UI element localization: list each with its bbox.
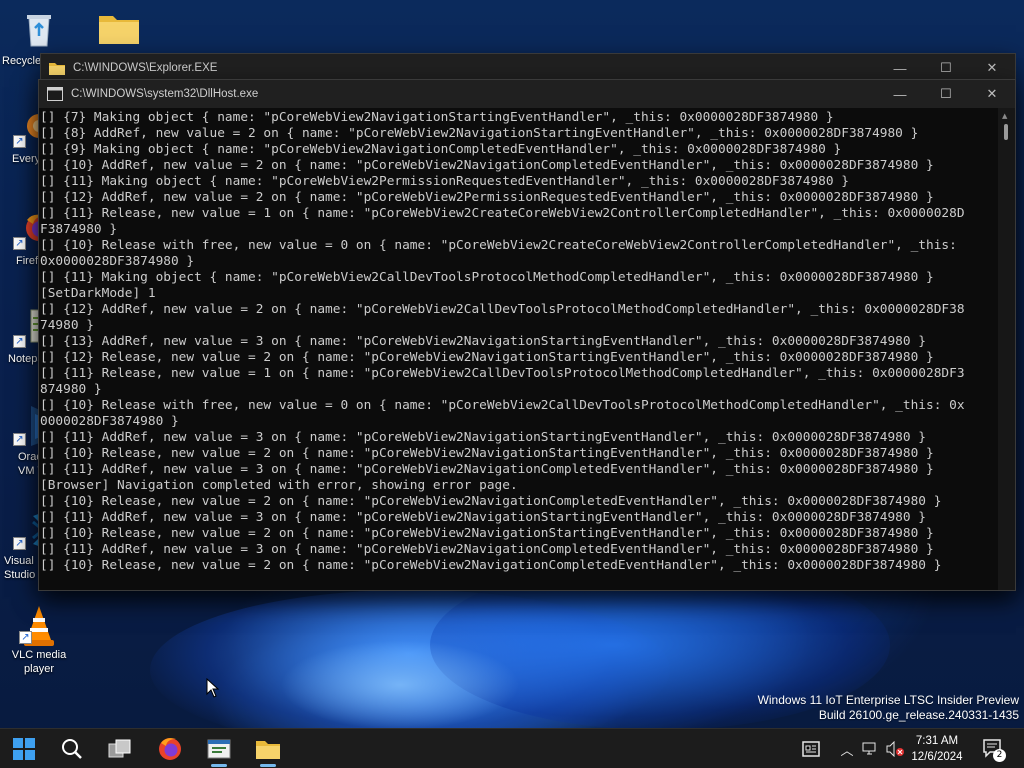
shortcut-arrow-icon: ↗ xyxy=(13,335,26,348)
console-line: [] {13} AddRef, new value = 3 on { name:… xyxy=(40,334,927,349)
shortcut-arrow-icon: ↗ xyxy=(13,537,26,550)
clock-date: 12/6/2024 xyxy=(911,751,963,763)
task-view-button[interactable] xyxy=(100,729,140,768)
firefox-icon xyxy=(159,738,181,760)
watermark-build: Build 26100.ge_release.240331-1435 xyxy=(818,708,1019,722)
dllhost-titlebar[interactable]: C:\WINDOWS\system32\DllHost.exe — ☐ ✕ xyxy=(39,80,1015,108)
news-widget-icon xyxy=(802,741,820,757)
firefox-taskbar-button[interactable] xyxy=(150,729,190,768)
clock[interactable]: 7:31 AM 12/6/2024 xyxy=(902,733,972,765)
console-line: [] {11} Making object { name: "pCoreWebV… xyxy=(40,174,849,189)
desktop-icon-folder[interactable] xyxy=(80,10,154,54)
maximize-button[interactable]: ☐ xyxy=(923,80,969,108)
shortcut-arrow-icon: ↗ xyxy=(13,237,26,250)
folder-icon xyxy=(97,10,139,50)
start-button[interactable] xyxy=(4,729,44,768)
console-line: [] {10} AddRef, new value = 2 on { name:… xyxy=(40,158,934,173)
console-window-icon xyxy=(207,739,231,759)
console-line: F3874980 } xyxy=(40,222,118,237)
minimize-button[interactable]: — xyxy=(877,54,923,82)
wallpaper-bloom xyxy=(150,590,670,750)
widgets-button[interactable] xyxy=(798,729,824,768)
close-button[interactable]: ✕ xyxy=(969,54,1015,82)
watermark-edition: Windows 11 IoT Enterprise LTSC Insider P… xyxy=(757,693,1019,707)
wallpaper-bloom xyxy=(280,640,520,730)
dllhost-console-window[interactable]: C:\WINDOWS\system32\DllHost.exe — ☐ ✕ []… xyxy=(38,79,1016,591)
console-line: [] {8} AddRef, new value = 2 on { name: … xyxy=(40,126,919,141)
recycle-bin-icon xyxy=(19,10,59,50)
notifications-button[interactable]: 2 xyxy=(980,729,1008,768)
console-line: 0x0000028DF3874980 } xyxy=(40,254,195,269)
console-line: [] {12} Release, new value = 2 on { name… xyxy=(40,350,934,365)
console-line: [] {11} Release, new value = 1 on { name… xyxy=(40,206,965,221)
console-line: [] {10} Release, new value = 2 on { name… xyxy=(40,558,942,573)
console-line: [] {11} Release, new value = 1 on { name… xyxy=(40,366,965,381)
shortcut-arrow-icon: ↗ xyxy=(13,135,26,148)
shortcut-arrow-icon: ↗ xyxy=(13,433,26,446)
console-line: 74980 } xyxy=(40,318,94,333)
console-line: [] {7} Making object { name: "pCoreWebVi… xyxy=(40,110,834,125)
console-line: [] {11} AddRef, new value = 3 on { name:… xyxy=(40,430,927,445)
desktop-icon-vlc[interactable]: ↗ VLC media player xyxy=(2,604,76,676)
console-line: [] {10} Release with free, new value = 0… xyxy=(40,398,965,413)
scroll-up-arrow-icon[interactable]: ▲ xyxy=(1002,112,1007,120)
shortcut-arrow-icon: ↗ xyxy=(19,631,32,644)
maximize-button[interactable]: ☐ xyxy=(923,54,969,82)
console-line: [] {11} AddRef, new value = 3 on { name:… xyxy=(40,542,934,557)
search-button[interactable] xyxy=(52,729,92,768)
console-text: [] {7} Making object { name: "pCoreWebVi… xyxy=(40,110,997,574)
console-line: [] {12} AddRef, new value = 2 on { name:… xyxy=(40,302,965,317)
window-title: C:\WINDOWS\Explorer.EXE xyxy=(73,62,218,74)
folder-icon xyxy=(49,61,65,75)
window-title: C:\WINDOWS\system32\DllHost.exe xyxy=(71,88,259,100)
network-status[interactable] xyxy=(860,729,882,768)
desktop-icon-label: VLC media player xyxy=(11,649,67,675)
console-line: 874980 } xyxy=(40,382,102,397)
vertical-scrollbar[interactable]: ▲ xyxy=(998,108,1015,590)
notification-count-badge: 2 xyxy=(993,749,1006,762)
mouse-cursor-icon xyxy=(206,677,220,702)
console-icon xyxy=(47,87,63,101)
search-icon xyxy=(62,739,82,759)
taskbar: ︿ 7:31 AM 12/6/2024 2 xyxy=(0,728,1024,768)
console-output[interactable]: [] {7} Making object { name: "pCoreWebVi… xyxy=(39,108,1015,590)
file-explorer-icon xyxy=(256,741,280,759)
task-view-icon xyxy=(108,739,131,758)
console-line: [] {11} Making object { name: "pCoreWebV… xyxy=(40,270,934,285)
clock-time: 7:31 AM xyxy=(915,735,959,747)
console-line: [] {12} AddRef, new value = 2 on { name:… xyxy=(40,190,934,205)
explorer-titlebar[interactable]: C:\WINDOWS\Explorer.EXE — ☐ ✕ xyxy=(41,54,1015,82)
file-explorer-taskbar-button[interactable] xyxy=(248,729,288,768)
windows-logo-icon xyxy=(13,738,35,760)
console-line: [] {10} Release, new value = 2 on { name… xyxy=(40,446,934,461)
close-button[interactable]: ✕ xyxy=(969,80,1015,108)
console-line: 0000028DF3874980 } xyxy=(40,414,179,429)
os-watermark: Windows 11 IoT Enterprise LTSC Insider P… xyxy=(758,693,1019,723)
console-line: [SetDarkMode] 1 xyxy=(40,286,156,301)
console-line: [Browser] Navigation completed with erro… xyxy=(40,478,518,493)
scrollbar-thumb[interactable] xyxy=(1004,124,1008,140)
console-line: [] {10} Release, new value = 2 on { name… xyxy=(40,494,942,509)
console-line: [] {11} AddRef, new value = 3 on { name:… xyxy=(40,510,927,525)
minimize-button[interactable]: — xyxy=(877,80,923,108)
show-hidden-icons-button[interactable]: ︿ xyxy=(838,729,856,768)
dllhost-taskbar-button[interactable] xyxy=(199,729,239,768)
console-line: [] {11} AddRef, new value = 3 on { name:… xyxy=(40,462,934,477)
chevron-up-icon: ︿ xyxy=(840,743,854,759)
desktop-icon-label: Recycle Bin xyxy=(2,55,42,67)
console-line: [] {10} Release, new value = 2 on { name… xyxy=(40,526,934,541)
console-line: [] {9} Making object { name: "pCoreWebVi… xyxy=(40,142,842,157)
console-line: [] {10} Release with free, new value = 0… xyxy=(40,238,957,253)
network-icon xyxy=(862,742,876,755)
vlc-icon: ↗ xyxy=(19,604,59,646)
